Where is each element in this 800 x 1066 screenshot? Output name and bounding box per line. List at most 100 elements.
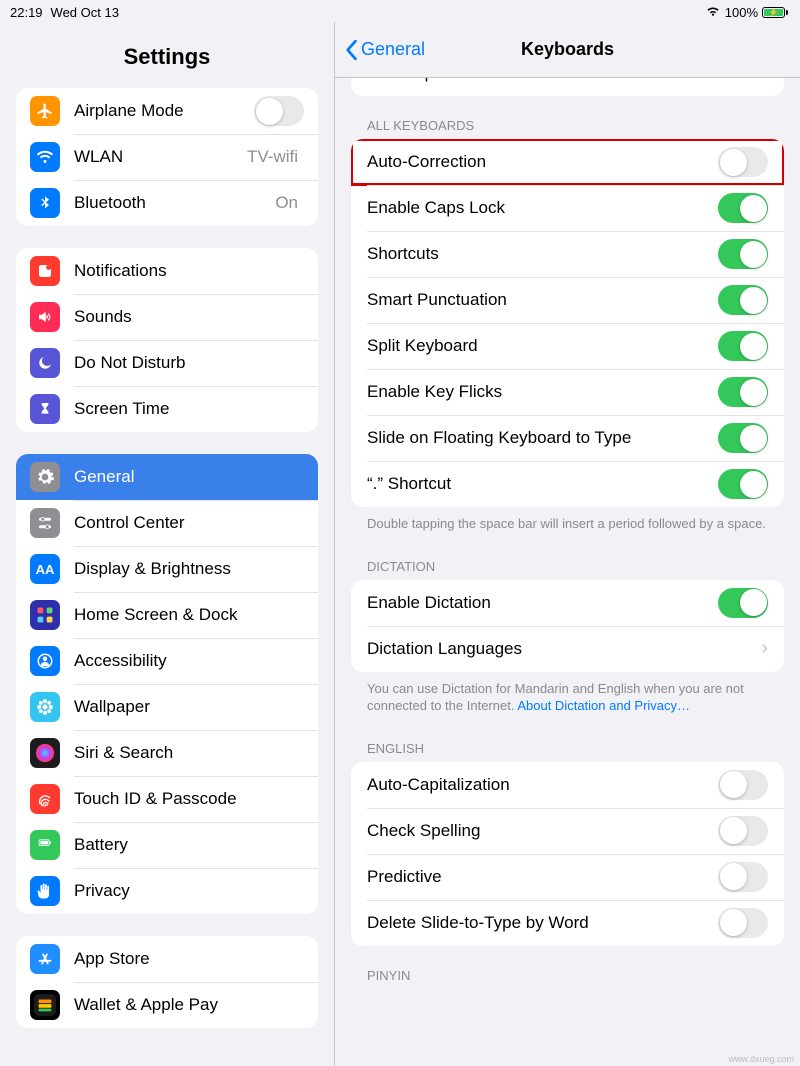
sidebar-item-label: Control Center xyxy=(74,513,304,533)
setting-row-check-spelling[interactable]: Check Spelling xyxy=(351,808,784,854)
setting-row-smart-punctuation[interactable]: Smart Punctuation xyxy=(351,277,784,323)
footer-link[interactable]: About Dictation and Privacy… xyxy=(517,698,690,713)
sidebar-item-label: Privacy xyxy=(74,881,304,901)
row-label: Check Spelling xyxy=(367,821,718,841)
detail-header: General Keyboards xyxy=(335,22,800,78)
setting-row-enable-key-flicks[interactable]: Enable Key Flicks xyxy=(351,369,784,415)
sidebar-item-wallet-apple-pay[interactable]: Wallet & Apple Pay xyxy=(16,982,318,1028)
setting-row-shortcuts[interactable]: Shortcuts xyxy=(351,231,784,277)
setting-row-delete-slide-to-type-by-word[interactable]: Delete Slide-to-Type by Word xyxy=(351,900,784,946)
section-footer: Double tapping the space bar will insert… xyxy=(335,507,800,537)
watermark: www.dxueg.com xyxy=(728,1054,794,1064)
sidebar-item-label: Airplane Mode xyxy=(74,101,254,121)
back-button[interactable]: General xyxy=(343,39,425,61)
setting-row-enable-caps-lock[interactable]: Enable Caps Lock xyxy=(351,185,784,231)
sidebar-item-label: General xyxy=(74,467,304,487)
setting-row-auto-correction[interactable]: Auto-Correction xyxy=(351,139,784,185)
sidebar-item-label: Do Not Disturb xyxy=(74,353,304,373)
moon-icon xyxy=(30,348,60,378)
setting-row-predictive[interactable]: Predictive xyxy=(351,854,784,900)
sidebar-item-control-center[interactable]: Control Center xyxy=(16,500,318,546)
sidebar-item-sounds[interactable]: Sounds xyxy=(16,294,318,340)
sidebar-item-accessibility[interactable]: Accessibility xyxy=(16,638,318,684)
wallet-icon xyxy=(30,990,60,1020)
sidebar-item-screen-time[interactable]: Screen Time xyxy=(16,386,318,432)
sidebar-item-app-store[interactable]: App Store xyxy=(16,936,318,982)
toggle[interactable] xyxy=(718,469,768,499)
sidebar-item-touch-id-passcode[interactable]: Touch ID & Passcode xyxy=(16,776,318,822)
toggle[interactable] xyxy=(718,331,768,361)
row-value: On xyxy=(275,193,298,213)
section-header: PINYIN xyxy=(335,946,800,989)
setting-row--shortcut[interactable]: “.” Shortcut xyxy=(351,461,784,507)
sidebar-title: Settings xyxy=(0,22,334,88)
gear-icon xyxy=(30,462,60,492)
chevron-right-icon: › xyxy=(761,637,768,660)
sidebar-item-display-brightness[interactable]: AADisplay & Brightness xyxy=(16,546,318,592)
sidebar-item-airplane-mode[interactable]: Airplane Mode xyxy=(16,88,318,134)
row-label: Enable Caps Lock xyxy=(367,198,718,218)
row-label: Smart Punctuation xyxy=(367,290,718,310)
sidebar-item-do-not-disturb[interactable]: Do Not Disturb xyxy=(16,340,318,386)
sidebar-item-battery[interactable]: Battery xyxy=(16,822,318,868)
detail-pane: General Keyboards Text Replacement›ALL K… xyxy=(335,22,800,1066)
settings-sidebar: Settings Airplane ModeWLANTV-wifiBluetoo… xyxy=(0,22,335,1066)
row-label: Auto-Correction xyxy=(367,152,718,172)
setting-row-slide-on-floating-keyboard-to-type[interactable]: Slide on Floating Keyboard to Type xyxy=(351,415,784,461)
battery-percent: 100% xyxy=(725,5,758,20)
sidebar-item-wallpaper[interactable]: Wallpaper xyxy=(16,684,318,730)
toggle[interactable] xyxy=(718,908,768,938)
person-icon xyxy=(30,646,60,676)
sidebar-item-home-screen-dock[interactable]: Home Screen & Dock xyxy=(16,592,318,638)
setting-row-split-keyboard[interactable]: Split Keyboard xyxy=(351,323,784,369)
bell-icon xyxy=(30,256,60,286)
bluetooth-icon xyxy=(30,188,60,218)
detail-title: Keyboards xyxy=(521,39,614,60)
battery-icon xyxy=(30,830,60,860)
wifi-icon xyxy=(30,142,60,172)
toggle[interactable] xyxy=(718,147,768,177)
row-label: Delete Slide-to-Type by Word xyxy=(367,913,718,933)
sidebar-item-notifications[interactable]: Notifications xyxy=(16,248,318,294)
sidebar-item-bluetooth[interactable]: BluetoothOn xyxy=(16,180,318,226)
row-label: Auto-Capitalization xyxy=(367,775,718,795)
toggle[interactable] xyxy=(718,193,768,223)
toggle[interactable] xyxy=(718,816,768,846)
sidebar-item-label: Battery xyxy=(74,835,304,855)
status-time: 22:19 xyxy=(10,5,43,20)
section-footer: You can use Dictation for Mandarin and E… xyxy=(335,672,800,719)
toggle[interactable] xyxy=(718,239,768,269)
toggle[interactable] xyxy=(718,423,768,453)
sidebar-item-label: Accessibility xyxy=(74,651,304,671)
airplane-icon xyxy=(30,96,60,126)
chevron-right-icon: › xyxy=(761,78,768,85)
status-bar: 22:19 Wed Oct 13 100% ⚡ xyxy=(0,0,800,22)
speaker-icon xyxy=(30,302,60,332)
section-header: ENGLISH xyxy=(335,719,800,762)
toggle[interactable] xyxy=(718,770,768,800)
siri-icon xyxy=(30,738,60,768)
sidebar-item-siri-search[interactable]: Siri & Search xyxy=(16,730,318,776)
toggle[interactable] xyxy=(254,96,304,126)
row-label: Split Keyboard xyxy=(367,336,718,356)
sidebar-item-wlan[interactable]: WLANTV-wifi xyxy=(16,134,318,180)
toggle[interactable] xyxy=(718,588,768,618)
setting-row-enable-dictation[interactable]: Enable Dictation xyxy=(351,580,784,626)
sidebar-item-label: Home Screen & Dock xyxy=(74,605,304,625)
sidebar-item-general[interactable]: General xyxy=(16,454,318,500)
toggle[interactable] xyxy=(718,285,768,315)
toggle[interactable] xyxy=(718,862,768,892)
toggle[interactable] xyxy=(718,377,768,407)
setting-row-dictation-languages[interactable]: Dictation Languages› xyxy=(351,626,784,672)
back-label: General xyxy=(361,39,425,60)
hourglass-icon xyxy=(30,394,60,424)
row-label: Predictive xyxy=(367,867,718,887)
sidebar-item-privacy[interactable]: Privacy xyxy=(16,868,318,914)
row-value: TV-wifi xyxy=(247,147,298,167)
row-text-replacement[interactable]: Text Replacement› xyxy=(351,78,784,96)
sidebar-item-label: WLAN xyxy=(74,147,247,167)
hand-icon xyxy=(30,876,60,906)
row-label: Dictation Languages xyxy=(367,639,761,659)
setting-row-auto-capitalization[interactable]: Auto-Capitalization xyxy=(351,762,784,808)
grid-icon xyxy=(30,600,60,630)
